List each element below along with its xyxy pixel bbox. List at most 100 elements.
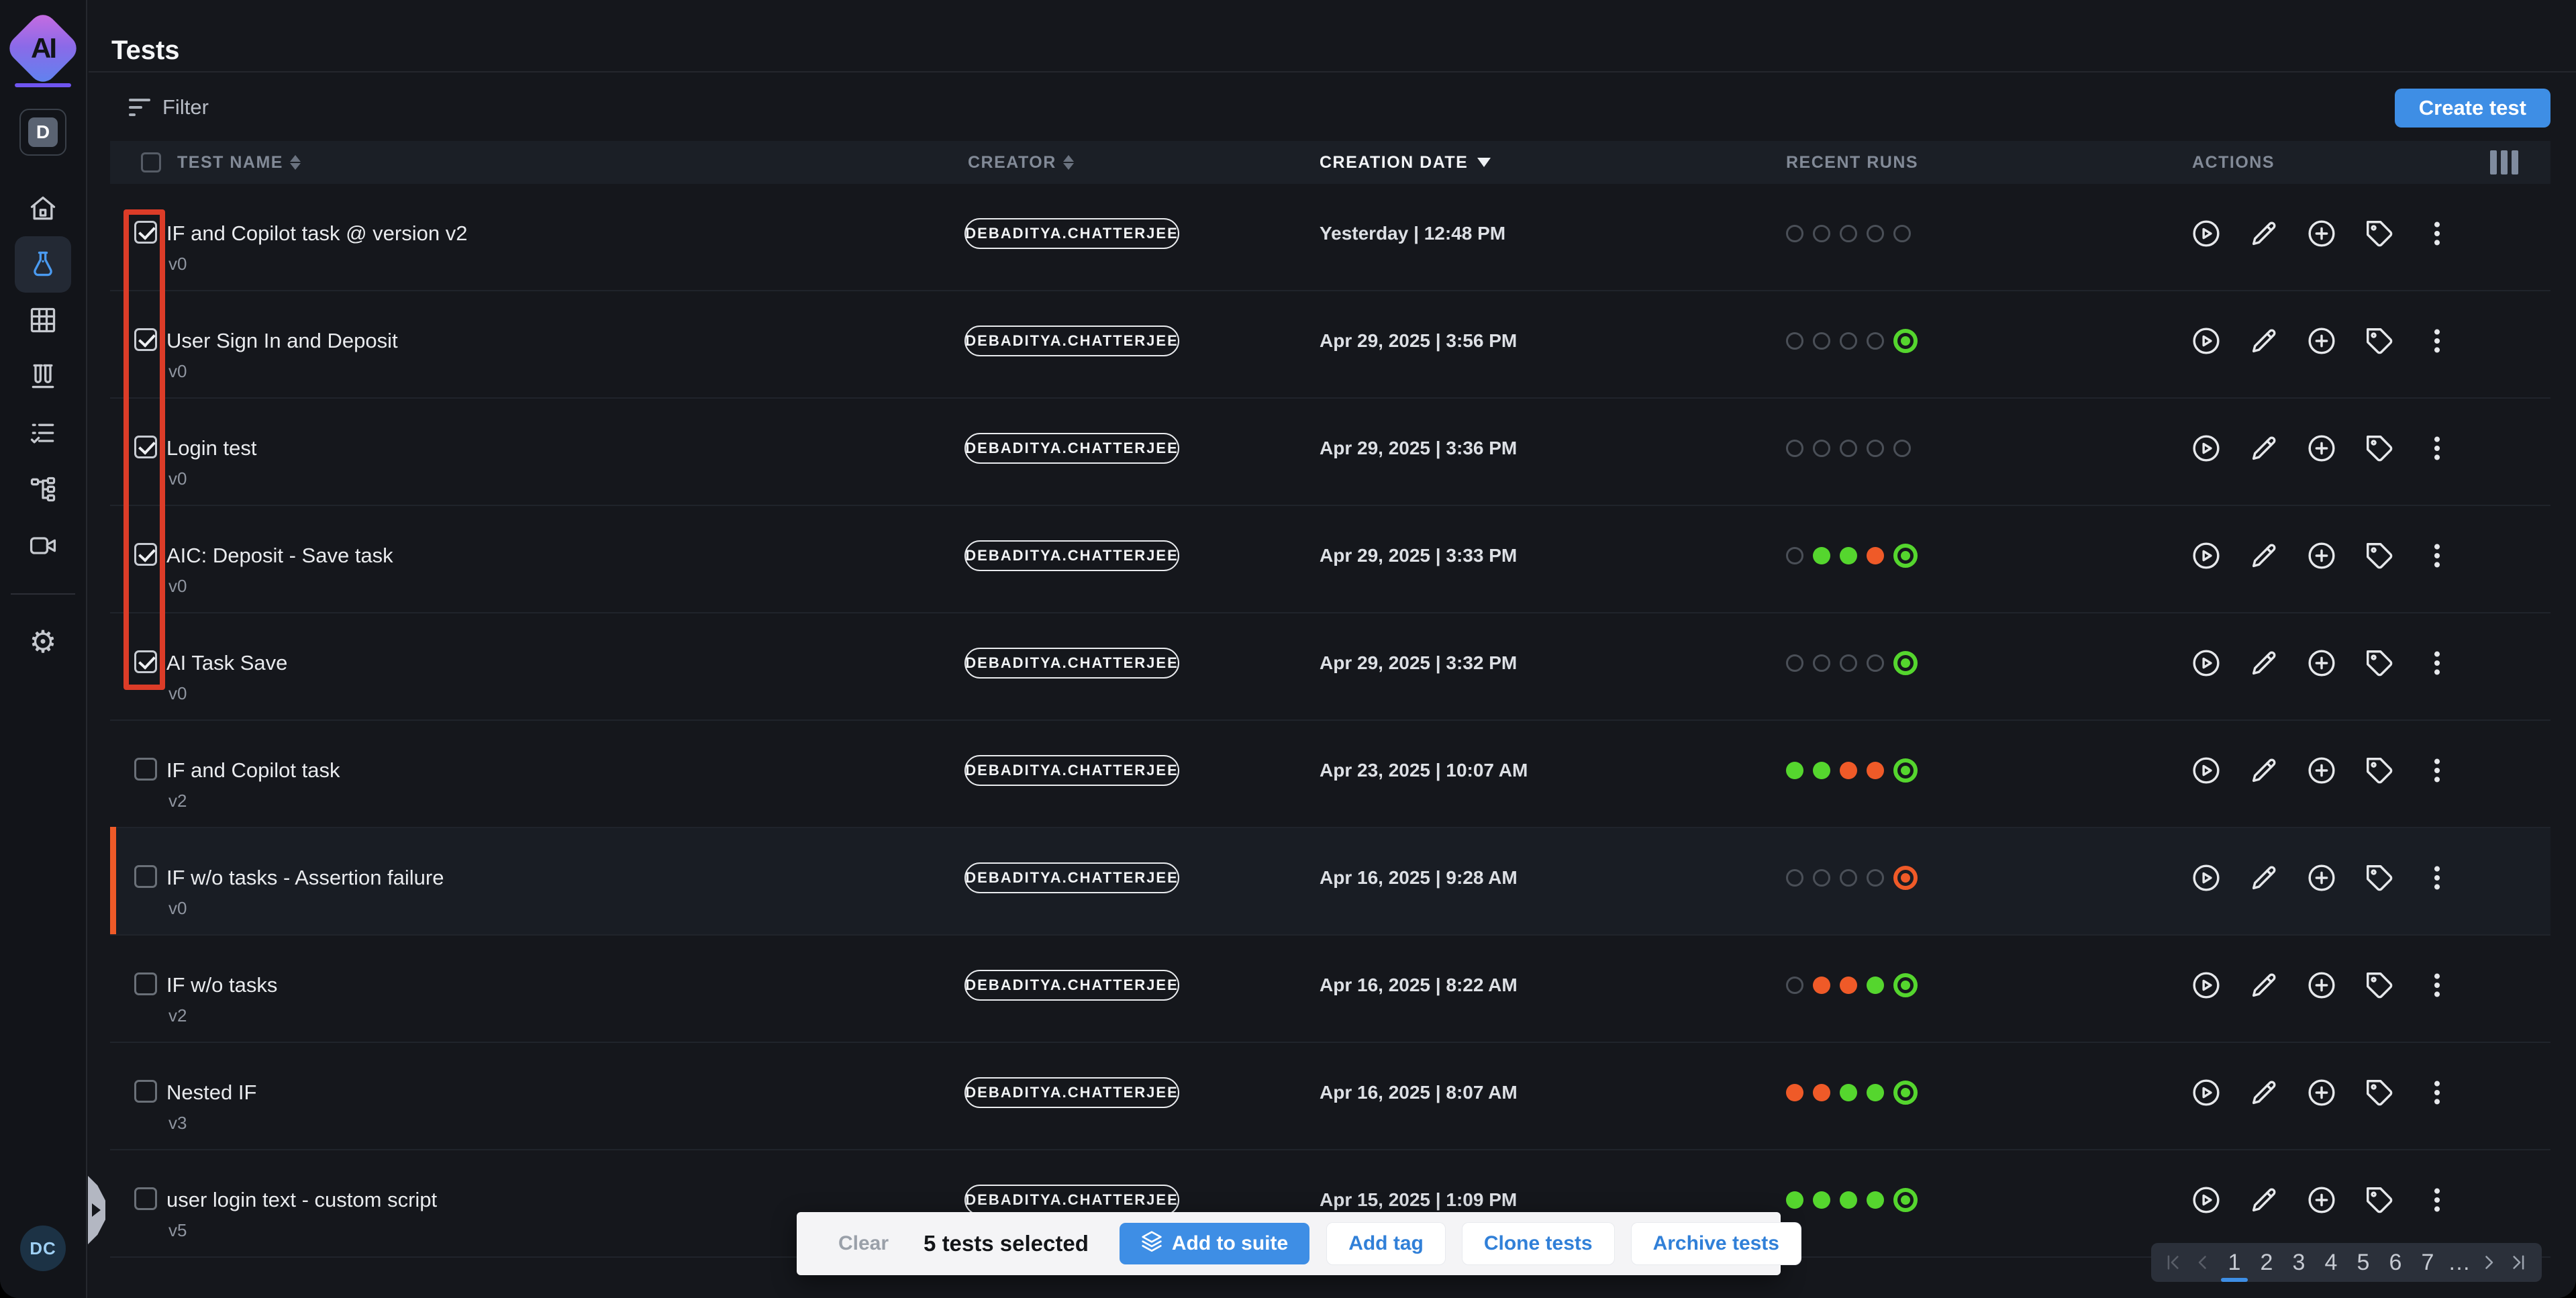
run-status-dot-empty[interactable] (1813, 654, 1830, 672)
tag-action-button[interactable] (2364, 970, 2395, 1001)
run-status-dot-green[interactable] (1813, 547, 1830, 564)
plus-circle-action-button[interactable] (2306, 862, 2337, 893)
row-checkbox[interactable] (134, 650, 157, 673)
sidebar-nav-checklist[interactable] (28, 419, 58, 448)
kebab-menu-action-button[interactable] (2422, 433, 2453, 464)
tag-action-button[interactable] (2364, 755, 2395, 786)
row-checkbox[interactable] (134, 1187, 157, 1210)
sidebar-nav-workflow[interactable] (28, 475, 58, 504)
plus-circle-action-button[interactable] (2306, 433, 2337, 464)
run-status-dot-orange[interactable] (1813, 977, 1830, 994)
page-2[interactable]: 2 (2252, 1243, 2281, 1282)
prev-page-icon[interactable] (2190, 1249, 2217, 1276)
play-circle-action-button[interactable] (2191, 433, 2222, 464)
test-name-link[interactable]: AI Task Save (166, 651, 287, 675)
row-checkbox[interactable] (134, 972, 157, 995)
run-status-dot-green-ring[interactable] (1893, 329, 1918, 353)
workspace-switcher[interactable]: D (19, 109, 66, 156)
run-status-dot-empty[interactable] (1867, 440, 1884, 457)
tag-action-button[interactable] (2364, 648, 2395, 679)
run-status-dot-empty[interactable] (1840, 440, 1857, 457)
tag-action-button[interactable] (2364, 540, 2395, 571)
test-name-link[interactable]: User Sign In and Deposit (166, 329, 398, 353)
play-circle-action-button[interactable] (2191, 540, 2222, 571)
tag-action-button[interactable] (2364, 1077, 2395, 1108)
test-name-link[interactable]: IF and Copilot task @ version v2 (166, 221, 467, 246)
run-status-dot-green-ring[interactable] (1893, 1081, 1918, 1105)
create-test-button[interactable]: Create test (2395, 89, 2550, 128)
run-status-dot-green[interactable] (1867, 1191, 1884, 1209)
run-status-dot-orange[interactable] (1786, 1084, 1803, 1101)
first-page-icon[interactable] (2161, 1249, 2187, 1276)
select-all-checkbox[interactable] (141, 141, 161, 184)
column-creation-date[interactable]: CREATION DATE (1320, 141, 1491, 184)
kebab-menu-action-button[interactable] (2422, 1077, 2453, 1108)
row-checkbox[interactable] (134, 758, 157, 781)
run-status-dot-empty[interactable] (1867, 225, 1884, 242)
run-status-dot-empty[interactable] (1786, 547, 1803, 564)
row-checkbox[interactable] (134, 865, 157, 888)
test-name-link[interactable]: user login text - custom script (166, 1188, 437, 1212)
sidebar-nav-grid[interactable] (28, 305, 58, 335)
kebab-menu-action-button[interactable] (2422, 862, 2453, 893)
play-circle-action-button[interactable] (2191, 1185, 2222, 1215)
row-checkbox[interactable] (134, 1080, 157, 1103)
kebab-menu-action-button[interactable] (2422, 1185, 2453, 1215)
pencil-action-button[interactable] (2248, 755, 2279, 786)
play-circle-action-button[interactable] (2191, 326, 2222, 356)
test-name-link[interactable]: Login test (166, 436, 256, 460)
run-status-dot-empty[interactable] (1893, 440, 1911, 457)
run-status-dot-orange[interactable] (1840, 977, 1857, 994)
run-status-dot-green-ring[interactable] (1893, 544, 1918, 568)
plus-circle-action-button[interactable] (2306, 970, 2337, 1001)
page-4[interactable]: 4 (2316, 1243, 2346, 1282)
page-5[interactable]: 5 (2348, 1243, 2378, 1282)
tag-action-button[interactable] (2364, 433, 2395, 464)
user-avatar[interactable]: DC (20, 1226, 66, 1271)
run-status-dot-green-ring[interactable] (1893, 651, 1918, 675)
play-circle-action-button[interactable] (2191, 218, 2222, 249)
test-name-link[interactable]: AIC: Deposit - Save task (166, 544, 393, 568)
page-6[interactable]: 6 (2381, 1243, 2410, 1282)
kebab-menu-action-button[interactable] (2422, 326, 2453, 356)
test-name-link[interactable]: Nested IF (166, 1081, 256, 1105)
test-name-link[interactable]: IF and Copilot task (166, 758, 340, 783)
run-status-dot-empty[interactable] (1813, 225, 1830, 242)
column-settings-icon[interactable] (2490, 150, 2518, 174)
pencil-action-button[interactable] (2248, 326, 2279, 356)
run-status-dot-empty[interactable] (1840, 225, 1857, 242)
add-to-suite-button[interactable]: Add to suite (1120, 1223, 1309, 1264)
play-circle-action-button[interactable] (2191, 970, 2222, 1001)
app-logo[interactable]: AI (13, 18, 73, 79)
run-status-dot-orange-ring[interactable] (1893, 866, 1918, 890)
plus-circle-action-button[interactable] (2306, 648, 2337, 679)
kebab-menu-action-button[interactable] (2422, 970, 2453, 1001)
sidebar-nav-flask[interactable] (28, 250, 58, 279)
kebab-menu-action-button[interactable] (2422, 218, 2453, 249)
run-status-dot-green-ring[interactable] (1893, 758, 1918, 783)
add-tag-button[interactable]: Add tag (1327, 1223, 1445, 1264)
run-status-dot-empty[interactable] (1786, 440, 1803, 457)
run-status-dot-green[interactable] (1813, 762, 1830, 779)
kebab-menu-action-button[interactable] (2422, 540, 2453, 571)
run-status-dot-empty[interactable] (1840, 869, 1857, 887)
run-status-dot-empty[interactable] (1840, 332, 1857, 350)
tag-action-button[interactable] (2364, 326, 2395, 356)
run-status-dot-empty[interactable] (1813, 869, 1830, 887)
run-status-dot-orange[interactable] (1813, 1084, 1830, 1101)
run-status-dot-green[interactable] (1867, 1084, 1884, 1101)
test-name-link[interactable]: IF w/o tasks (166, 973, 277, 997)
kebab-menu-action-button[interactable] (2422, 648, 2453, 679)
run-status-dot-empty[interactable] (1813, 440, 1830, 457)
run-status-dot-empty[interactable] (1840, 654, 1857, 672)
tag-action-button[interactable] (2364, 1185, 2395, 1215)
column-test-name[interactable]: TEST NAME (177, 141, 301, 184)
sidebar-nav-home[interactable] (28, 194, 58, 223)
run-status-dot-empty[interactable] (1867, 332, 1884, 350)
play-circle-action-button[interactable] (2191, 648, 2222, 679)
run-status-dot-empty[interactable] (1867, 654, 1884, 672)
pencil-action-button[interactable] (2248, 433, 2279, 464)
run-status-dot-green[interactable] (1813, 1191, 1830, 1209)
run-status-dot-green[interactable] (1840, 1084, 1857, 1101)
run-status-dot-orange[interactable] (1867, 762, 1884, 779)
